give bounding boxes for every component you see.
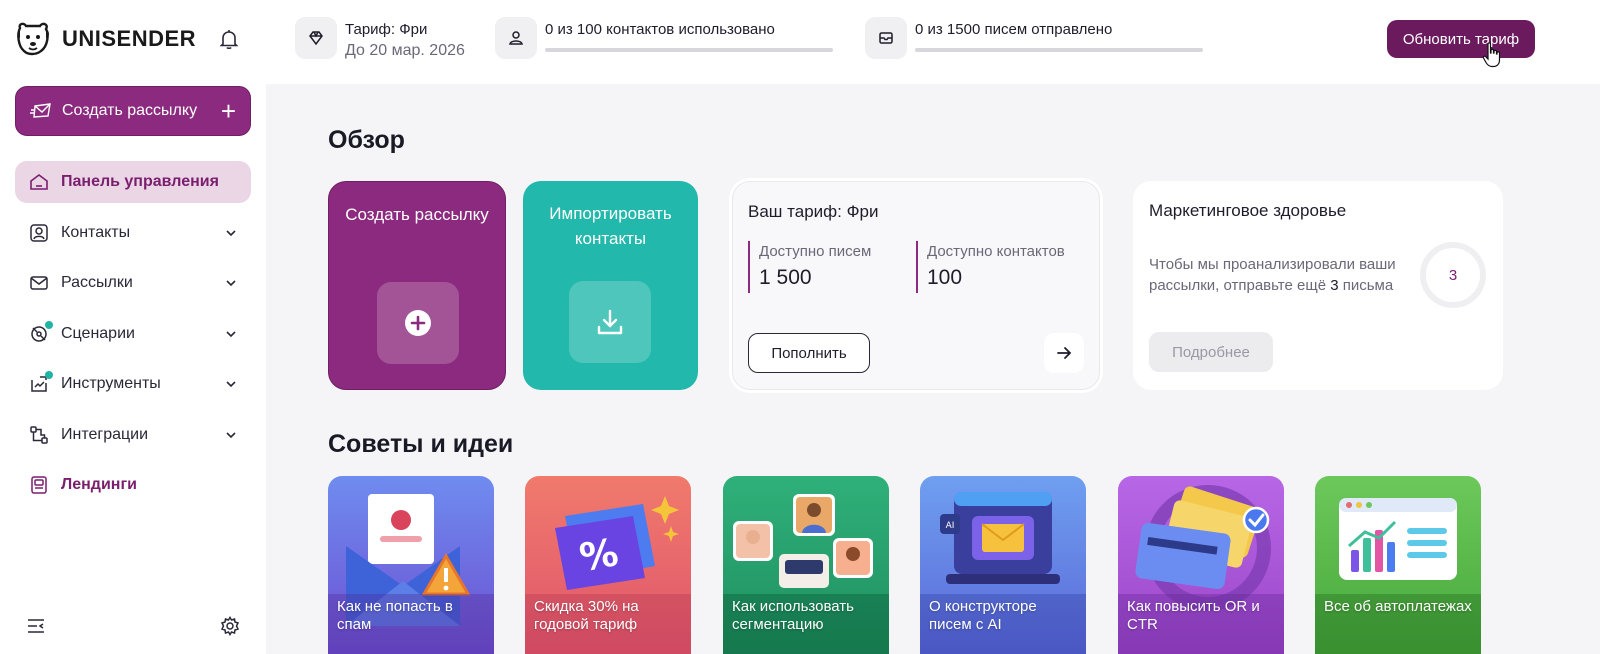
tip-caption: Как не попасть в спам <box>337 598 453 633</box>
home-icon <box>30 174 48 190</box>
mail-icon <box>30 276 48 290</box>
tip-card-spam[interactable]: Как не попасть в спам <box>328 476 494 654</box>
create-campaign-button[interactable]: Создать рассылку + <box>15 86 251 136</box>
available-contacts: Доступно контактов 100 <box>916 241 1065 293</box>
sidebar-item-label: Интеграции <box>61 425 149 443</box>
chevron-down-icon <box>226 381 236 388</box>
arrow-right-icon <box>1057 347 1072 359</box>
contacts-used-text: 0 из 100 контактов использовано <box>545 21 775 38</box>
marketing-health-description: Чтобы мы проанализировали ваши рассылки,… <box>1149 256 1396 294</box>
tip-card-segmentation[interactable]: Как использовать сегментацию <box>723 476 889 654</box>
user-icon <box>509 31 523 45</box>
bell-icon[interactable] <box>218 28 240 50</box>
hand-cursor-icon <box>1482 42 1501 68</box>
sidebar: UNISENDER Создать рассылку + Панель упра… <box>0 0 266 654</box>
sidebar-item-label: Инструменты <box>61 375 161 392</box>
chevron-down-icon <box>226 280 236 287</box>
main-content: Обзор Создать рассылку Импортировать кон… <box>266 84 1600 654</box>
sidebar-item-label: Контакты <box>61 223 131 241</box>
sidebar-nav: Панель управления Контакты Рассылки Сцен… <box>15 161 251 515</box>
sidebar-item-scenarios[interactable]: Сценарии <box>15 313 251 355</box>
sidebar-item-integrations[interactable]: Интеграции <box>15 414 251 456</box>
settings-gear-icon[interactable] <box>220 616 240 636</box>
available-emails-label: Доступно писем <box>759 243 872 260</box>
landing-icon <box>31 476 47 494</box>
logo[interactable]: UNISENDER <box>14 20 196 58</box>
tariff-card-title: Ваш тариф: Фри <box>748 202 879 221</box>
tip-caption: О конструкторе писем с AI <box>929 598 1037 633</box>
diamond-icon <box>309 31 323 46</box>
chevron-down-icon <box>226 330 236 337</box>
chevron-down-icon <box>226 431 236 438</box>
sidebar-item-label: Панель управления <box>61 173 219 190</box>
integrations-icon <box>30 425 48 444</box>
sidebar-item-label: Лендинги <box>61 476 137 493</box>
logo-dog-icon <box>17 22 49 56</box>
svg-text:%: % <box>576 530 621 580</box>
more-details-button[interactable]: Подробнее <box>1149 332 1273 372</box>
tip-card-or-ctr[interactable]: Как повысить OR и CTR <box>1118 476 1284 654</box>
tip-caption: Как использовать сегментацию <box>732 598 854 633</box>
create-campaign-card[interactable]: Создать рассылку <box>328 181 506 390</box>
marketing-health-card: Маркетинговое здоровье Чтобы мы проанали… <box>1133 181 1503 390</box>
sidebar-item-contacts[interactable]: Контакты <box>15 212 251 254</box>
svg-text:AI: AI <box>946 521 955 531</box>
sidebar-item-dashboard[interactable]: Панель управления <box>15 161 251 203</box>
import-contacts-card[interactable]: Импортировать контакты <box>523 181 698 390</box>
notification-dot <box>45 371 53 379</box>
plus-icon: + <box>220 96 236 126</box>
tariff-card: Ваш тариф: Фри Доступно писем 1 500 Дост… <box>732 181 1100 390</box>
sidebar-item-tools[interactable]: Инструменты <box>15 363 251 405</box>
available-emails: Доступно писем 1 500 <box>748 241 871 293</box>
create-campaign-label: Создать рассылку <box>62 102 198 119</box>
plus-circle-icon <box>405 310 431 336</box>
tariff-info[interactable]: Тариф: Фри До 20 мар. 2026 <box>295 17 465 60</box>
brand-name: UNISENDER <box>62 26 197 51</box>
tips-title: Советы и идеи <box>328 430 514 458</box>
tip-caption: Как повысить OR и CTR <box>1127 598 1260 633</box>
topup-button[interactable]: Пополнить <box>748 333 870 373</box>
sidebar-item-label: Рассылки <box>61 274 133 291</box>
contacts-usage: 0 из 100 контактов использовано <box>495 17 833 59</box>
emails-remaining-count: 3 <box>1330 277 1339 294</box>
tariff-details-button[interactable] <box>1044 333 1084 373</box>
marketing-health-title: Маркетинговое здоровье <box>1149 201 1347 220</box>
sidebar-item-label: Сценарии <box>61 324 135 342</box>
emails-progress-bar <box>915 48 1203 52</box>
overview-title: Обзор <box>328 126 405 154</box>
send-mail-icon <box>30 103 51 118</box>
autopay-chart-illustration <box>1315 476 1481 654</box>
collapse-menu-icon[interactable] <box>26 616 46 636</box>
available-contacts-value: 100 <box>927 266 963 289</box>
download-icon <box>597 309 623 335</box>
tariff-label: Тариф: Фри <box>345 21 428 38</box>
tip-caption: Все об автоплатежах <box>1324 598 1472 615</box>
import-contacts-card-title: Импортировать контакты <box>549 204 672 248</box>
chevron-down-icon <box>226 229 236 236</box>
top-bar: Тариф: Фри До 20 мар. 2026 0 из 100 конт… <box>266 0 1600 84</box>
contacts-icon <box>30 223 48 242</box>
tip-card-ai-builder[interactable]: AI О конструкторе писем с AI <box>920 476 1086 654</box>
contacts-progress-bar <box>545 48 833 52</box>
notification-dot <box>45 320 53 329</box>
sidebar-item-campaigns[interactable]: Рассылки <box>15 262 251 304</box>
envelope-icon <box>879 32 893 44</box>
emails-usage: 0 из 1500 писем отправлено <box>865 17 1203 59</box>
available-emails-value: 1 500 <box>759 266 812 289</box>
sidebar-item-landings[interactable]: Лендинги <box>15 464 251 506</box>
upgrade-tariff-button[interactable]: Обновить тариф <box>1387 20 1535 58</box>
tip-card-discount[interactable]: % Скидка 30% на годовой тариф <box>525 476 691 654</box>
create-campaign-card-title: Создать рассылку <box>345 205 489 224</box>
tariff-until: До 20 мар. 2026 <box>345 42 465 59</box>
emails-sent-text: 0 из 1500 писем отправлено <box>915 21 1113 38</box>
tip-caption: Скидка 30% на годовой тариф <box>534 598 639 633</box>
health-score-ring: 3 <box>1420 242 1486 308</box>
available-contacts-label: Доступно контактов <box>927 243 1065 260</box>
tip-card-autopay[interactable]: Все об автоплатежах <box>1315 476 1481 654</box>
